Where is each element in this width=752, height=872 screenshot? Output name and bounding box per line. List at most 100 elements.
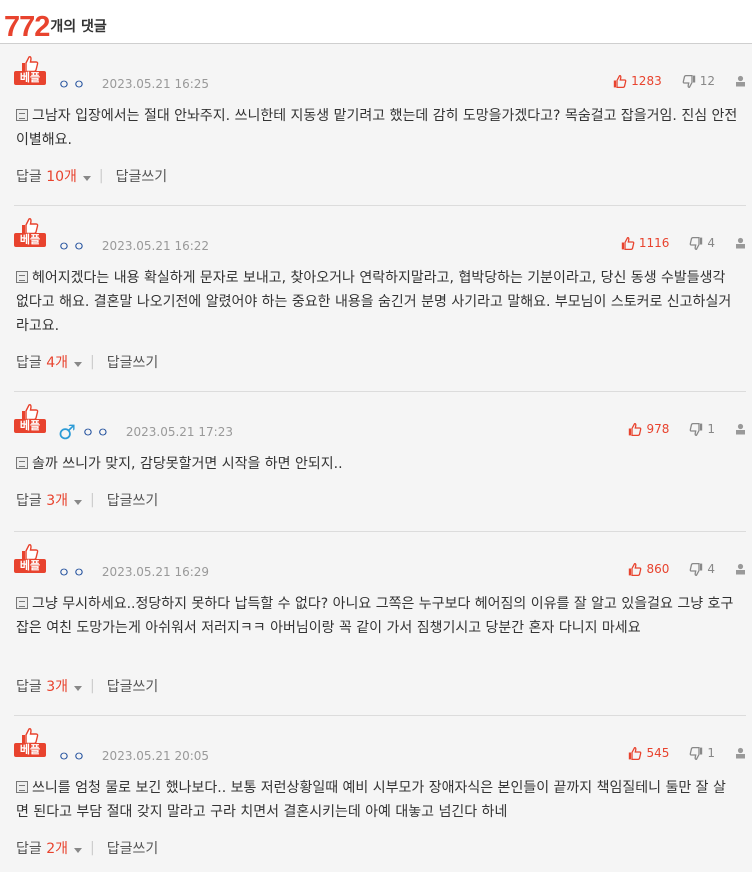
comment-date: 2023.05.21 17:23: [125, 424, 233, 439]
separator: |: [90, 678, 95, 694]
comment-count: 772: [4, 11, 50, 43]
thumbs-down-icon: [690, 746, 703, 760]
downvote-button[interactable]: 12: [682, 74, 715, 88]
chevron-down-icon: [82, 176, 91, 181]
thumbs-down-icon: [690, 562, 703, 576]
comment-body: 그냥 무시하세요..정당하지 못하다 납득할 수 없다? 아니요 그쪽은 누구보…: [16, 596, 734, 636]
upvote-count: 545: [646, 746, 670, 760]
comments-header: 772 개의 댓글: [0, 0, 752, 44]
write-reply-button[interactable]: 답글쓰기: [107, 838, 159, 858]
downvote-button[interactable]: 4: [689, 562, 715, 576]
write-reply-button[interactable]: 답글쓰기: [107, 490, 159, 510]
upvote-count: 978: [646, 422, 670, 436]
report-button[interactable]: [735, 563, 746, 575]
report-button[interactable]: [735, 237, 746, 249]
comment-username[interactable]: ㅇㅇ: [58, 562, 88, 581]
chevron-down-icon: [74, 848, 83, 853]
upvote-button[interactable]: 978: [628, 422, 669, 436]
male-gender-icon: ♂: [58, 419, 76, 444]
comment-date: 2023.05.21 20:05: [101, 748, 210, 763]
comment-item: 베플 ㅇㅇ 2023.05.21 16:25 1283 12 그남자 입장에서는…: [0, 44, 752, 206]
best-comment-badge: 베플: [14, 728, 46, 757]
chevron-down-icon: [74, 362, 83, 367]
separator: |: [90, 492, 95, 508]
report-icon: [736, 75, 745, 87]
downvote-button[interactable]: 4: [689, 236, 715, 250]
downvote-count: 1: [707, 422, 715, 436]
separator: |: [90, 840, 95, 856]
upvote-button[interactable]: 1283: [613, 74, 662, 88]
downvote-button[interactable]: 1: [689, 746, 715, 760]
comment-count-label: 개의 댓글: [50, 19, 107, 35]
comment-username[interactable]: ㅇㅇ: [58, 74, 88, 93]
comment-date: 2023.05.21 16:22: [101, 238, 210, 253]
write-reply-button[interactable]: 답글쓰기: [107, 676, 159, 696]
best-comment-badge: 베플: [14, 56, 46, 85]
upvote-button[interactable]: 545: [628, 746, 669, 760]
best-comment-badge: 베플: [14, 218, 46, 247]
reply-count: 4개: [46, 355, 69, 371]
comment-body: 그남자 입장에서는 절대 안놔주지. 쓰니한테 지동생 맡기려고 했는데 감히 …: [16, 108, 738, 148]
thumbs-up-icon: [629, 422, 642, 436]
thumbs-down-icon: [690, 236, 703, 250]
downvote-count: 4: [707, 236, 715, 250]
comment-username[interactable]: ㅇㅇ: [58, 236, 88, 255]
upvote-count: 1116: [638, 236, 670, 250]
comment-item: 베플 ㅇㅇ 2023.05.21 16:29 860 4 그냥 무시하세요..정…: [0, 532, 752, 716]
write-reply-button[interactable]: 답글쓰기: [116, 166, 168, 186]
best-thumbs-up-icon: [22, 728, 39, 744]
report-icon: [736, 423, 745, 435]
memo-icon: [16, 457, 28, 469]
separator: |: [90, 354, 95, 370]
best-thumbs-up-icon: [22, 544, 39, 560]
report-button[interactable]: [735, 75, 746, 87]
write-reply-button[interactable]: 답글쓰기: [107, 352, 159, 372]
downvote-count: 12: [699, 74, 715, 88]
upvote-button[interactable]: 1116: [621, 236, 670, 250]
reply-count: 2개: [46, 841, 69, 857]
upvote-button[interactable]: 860: [628, 562, 669, 576]
report-icon: [736, 237, 745, 249]
memo-icon: [16, 109, 28, 121]
reply-toggle[interactable]: 답글 10개: [16, 166, 91, 186]
reply-toggle[interactable]: 답글 3개: [16, 676, 83, 696]
upvote-count: 1283: [631, 74, 662, 88]
separator: |: [98, 168, 104, 184]
reply-toggle[interactable]: 답글 2개: [16, 838, 83, 858]
memo-icon: [16, 781, 28, 793]
comment-username[interactable]: ㅇㅇ: [82, 422, 112, 441]
thumbs-down-icon: [690, 422, 703, 436]
report-button[interactable]: [735, 423, 746, 435]
downvote-count: 4: [707, 562, 715, 576]
report-button[interactable]: [735, 747, 746, 759]
reply-toggle[interactable]: 답글 3개: [16, 490, 83, 510]
thumbs-down-icon: [682, 74, 695, 88]
best-comment-badge: 베플: [14, 544, 46, 573]
best-thumbs-up-icon: [22, 56, 39, 72]
comment-item: 베플 ㅇㅇ 2023.05.21 20:05 545 1 쓰니를 엄청 물로 보…: [0, 716, 752, 872]
comment-item: 베플 ♂ ㅇㅇ 2023.05.21 17:23 978 1 솔까 쓰니가 맞지…: [0, 392, 752, 532]
thumbs-up-icon: [621, 236, 635, 250]
best-thumbs-up-icon: [22, 218, 39, 234]
best-thumbs-up-icon: [22, 404, 39, 420]
comment-body: 헤어지겠다는 내용 확실하게 문자로 보내고, 찾아오거나 연락하지말라고, 협…: [16, 270, 732, 334]
comment-date: 2023.05.21 16:25: [101, 76, 210, 91]
comment-date: 2023.05.21 16:29: [101, 564, 210, 579]
thumbs-up-icon: [629, 562, 642, 576]
downvote-button[interactable]: 1: [689, 422, 715, 436]
memo-icon: [16, 597, 28, 609]
thumbs-up-icon: [629, 746, 642, 760]
reply-count: 3개: [46, 493, 69, 509]
comment-body: 쓰니를 엄청 물로 보긴 했나보다.. 보통 저런상황일때 예비 시부모가 장애…: [16, 780, 726, 820]
reply-count: 10개: [46, 169, 77, 185]
upvote-count: 860: [646, 562, 670, 576]
chevron-down-icon: [74, 500, 83, 505]
downvote-count: 1: [707, 746, 715, 760]
comment-username[interactable]: ㅇㅇ: [58, 746, 88, 765]
best-comment-badge: 베플: [14, 404, 46, 433]
memo-icon: [16, 271, 28, 283]
comment-body: 솔까 쓰니가 맞지, 감당못할거면 시작을 하면 안되지..: [16, 452, 738, 476]
reply-toggle[interactable]: 답글 4개: [16, 352, 83, 372]
comment-item: 베플 ㅇㅇ 2023.05.21 16:22 1116 4 헤어지겠다는 내용 …: [0, 206, 752, 392]
report-icon: [736, 747, 745, 759]
